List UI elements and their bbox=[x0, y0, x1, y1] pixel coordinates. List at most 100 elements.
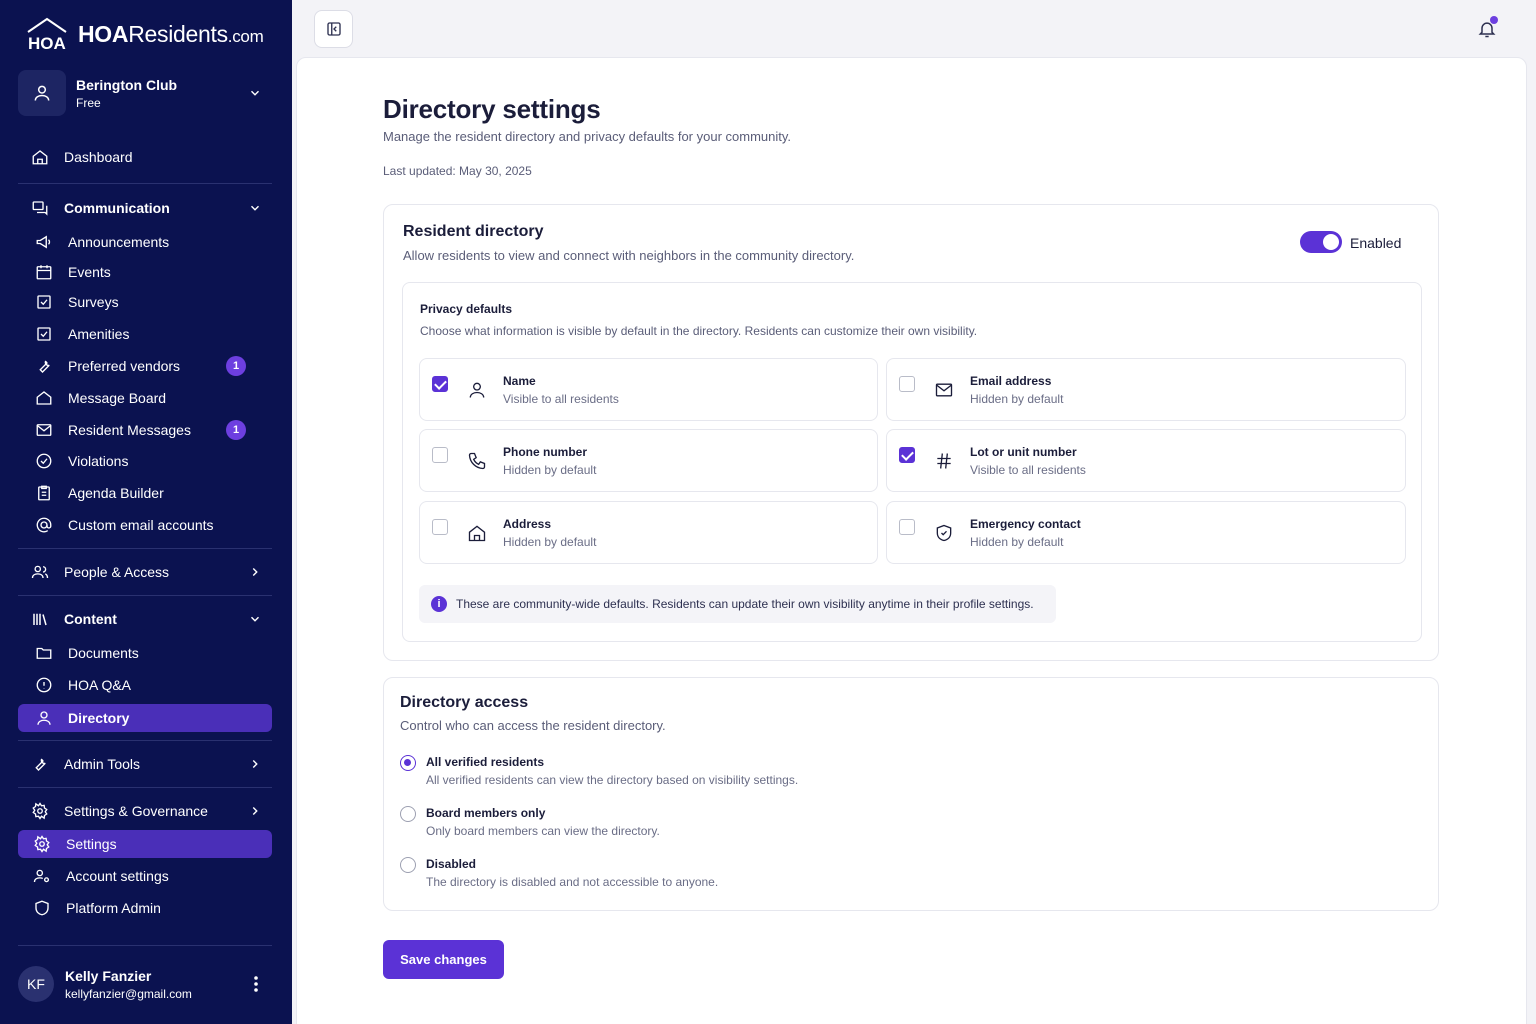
nav-amenities[interactable]: Amenities bbox=[18, 320, 272, 348]
more-vertical-icon[interactable] bbox=[246, 970, 266, 998]
radio-button[interactable] bbox=[400, 806, 416, 822]
chevron-down-icon bbox=[246, 610, 264, 628]
save-changes-button[interactable]: Save changes bbox=[383, 940, 504, 979]
org-name: Berington Club bbox=[76, 76, 178, 93]
privacy-option-address[interactable]: Address Hidden by default bbox=[419, 501, 878, 564]
nav-surveys[interactable]: Surveys bbox=[18, 288, 272, 316]
nav-preferred-vendors[interactable]: Preferred vendors 1 bbox=[18, 352, 272, 380]
nav-events[interactable]: Events bbox=[18, 258, 272, 286]
privacy-option-email[interactable]: Email address Hidden by default bbox=[886, 358, 1406, 421]
nav-section-settings-governance[interactable]: Settings & Governance bbox=[18, 797, 272, 825]
megaphone-icon bbox=[34, 232, 54, 252]
privacy-option-name[interactable]: Name Visible to all residents bbox=[419, 358, 878, 421]
directory-enabled-toggle[interactable] bbox=[1300, 231, 1342, 253]
chat-icon bbox=[30, 198, 50, 218]
sidebar-collapse-icon bbox=[326, 22, 341, 36]
nav-hoa-qa[interactable]: HOA Q&A bbox=[18, 671, 272, 699]
house-logo-icon: HOA bbox=[27, 17, 67, 52]
checkbox[interactable] bbox=[432, 519, 448, 535]
checkbox[interactable] bbox=[432, 376, 448, 392]
wrench-icon bbox=[30, 754, 50, 774]
check-circle-icon bbox=[34, 451, 54, 471]
divider bbox=[18, 183, 272, 184]
org-switcher[interactable]: Berington Club Free bbox=[18, 68, 272, 118]
notifications-button[interactable] bbox=[1474, 16, 1500, 42]
users-icon bbox=[30, 562, 50, 582]
radio-button[interactable] bbox=[400, 755, 416, 771]
card-description: Control who can access the resident dire… bbox=[400, 718, 666, 733]
nav-account-settings[interactable]: Account settings bbox=[18, 862, 272, 890]
chevron-right-icon bbox=[246, 755, 264, 773]
mail-icon bbox=[933, 379, 955, 401]
chevron-down-icon bbox=[246, 199, 264, 217]
library-icon bbox=[30, 609, 50, 629]
nav-directory[interactable]: Directory bbox=[18, 704, 272, 732]
privacy-defaults-panel: Privacy defaults Choose what information… bbox=[402, 282, 1422, 642]
question-circle-icon bbox=[34, 675, 54, 695]
folder-icon bbox=[34, 643, 54, 663]
collapse-sidebar-button[interactable] bbox=[314, 10, 353, 48]
nav-settings[interactable]: Settings bbox=[18, 830, 272, 858]
privacy-option-phone[interactable]: Phone number Hidden by default bbox=[419, 429, 878, 492]
divider bbox=[18, 945, 272, 946]
divider bbox=[18, 595, 272, 596]
chevron-right-icon bbox=[246, 802, 264, 820]
user-cog-icon bbox=[32, 866, 52, 886]
directory-access-card: Directory access Control who can access … bbox=[383, 677, 1439, 911]
nav-resident-messages[interactable]: Resident Messages 1 bbox=[18, 416, 272, 444]
nav-section-communication[interactable]: Communication bbox=[18, 194, 272, 222]
checkbox[interactable] bbox=[432, 447, 448, 463]
notification-badge: 1 bbox=[226, 420, 246, 440]
user-profile[interactable]: KF Kelly Fanzier kellyfanzier@gmail.com bbox=[18, 962, 272, 1006]
nav-announcements[interactable]: Announcements bbox=[18, 228, 272, 256]
nav-documents[interactable]: Documents bbox=[18, 639, 272, 667]
brand-logo[interactable]: HOA HOAResidents.com bbox=[24, 16, 264, 52]
checkbox[interactable] bbox=[899, 447, 915, 463]
nav-message-board[interactable]: Message Board bbox=[18, 384, 272, 412]
info-banner: i These are community-wide defaults. Res… bbox=[419, 585, 1056, 623]
nav-section-people-access[interactable]: People & Access bbox=[18, 558, 272, 586]
brand-name: HOAResidents.com bbox=[78, 20, 264, 47]
privacy-option-emergency-contact[interactable]: Emergency contact Hidden by default bbox=[886, 501, 1406, 564]
divider bbox=[18, 740, 272, 741]
checkbox[interactable] bbox=[899, 376, 915, 392]
user-icon bbox=[466, 379, 488, 401]
chevron-right-icon bbox=[246, 563, 264, 581]
user-email: kellyfanzier@gmail.com bbox=[65, 986, 192, 1001]
nav-dashboard[interactable]: Dashboard bbox=[18, 143, 272, 171]
card-title: Resident directory bbox=[403, 223, 544, 240]
phone-icon bbox=[466, 450, 488, 472]
user-icon bbox=[34, 85, 50, 101]
nav-section-admin-tools[interactable]: Admin Tools bbox=[18, 750, 272, 778]
mail-icon bbox=[34, 420, 54, 440]
checkbox[interactable] bbox=[899, 519, 915, 535]
last-updated: Last updated: May 30, 2025 bbox=[383, 164, 532, 178]
privacy-option-lot-unit[interactable]: Lot or unit number Visible to all reside… bbox=[886, 429, 1406, 492]
avatar: KF bbox=[18, 966, 54, 1002]
clipboard-icon bbox=[34, 483, 54, 503]
page-subtitle: Manage the resident directory and privac… bbox=[383, 129, 792, 144]
shield-icon bbox=[32, 898, 52, 918]
user-icon bbox=[34, 708, 54, 728]
home-icon bbox=[466, 522, 488, 544]
svg-text:HOA: HOA bbox=[28, 34, 66, 52]
chevron-down-icon[interactable] bbox=[244, 82, 266, 104]
gear-icon bbox=[32, 834, 52, 854]
nav-violations[interactable]: Violations bbox=[18, 447, 272, 475]
resident-directory-card: Resident directory Allow residents to vi… bbox=[383, 204, 1439, 661]
radio-button[interactable] bbox=[400, 857, 416, 873]
sidebar: HOA HOAResidents.com Berington Club Free… bbox=[0, 0, 292, 1024]
nav-agenda-builder[interactable]: Agenda Builder bbox=[18, 479, 272, 507]
nav-custom-email-accounts[interactable]: Custom email accounts bbox=[18, 511, 272, 539]
privacy-description: Choose what information is visible by de… bbox=[420, 324, 978, 338]
hash-icon bbox=[933, 450, 955, 472]
info-icon: i bbox=[431, 596, 447, 612]
user-name: Kelly Fanzier bbox=[65, 967, 152, 984]
board-icon bbox=[34, 388, 54, 408]
nav-platform-admin[interactable]: Platform Admin bbox=[18, 894, 272, 922]
checkbox-icon bbox=[34, 324, 54, 344]
card-description: Allow residents to view and connect with… bbox=[403, 248, 855, 263]
survey-icon bbox=[34, 292, 54, 312]
wrench-icon bbox=[34, 356, 54, 376]
nav-section-content[interactable]: Content bbox=[18, 605, 272, 633]
